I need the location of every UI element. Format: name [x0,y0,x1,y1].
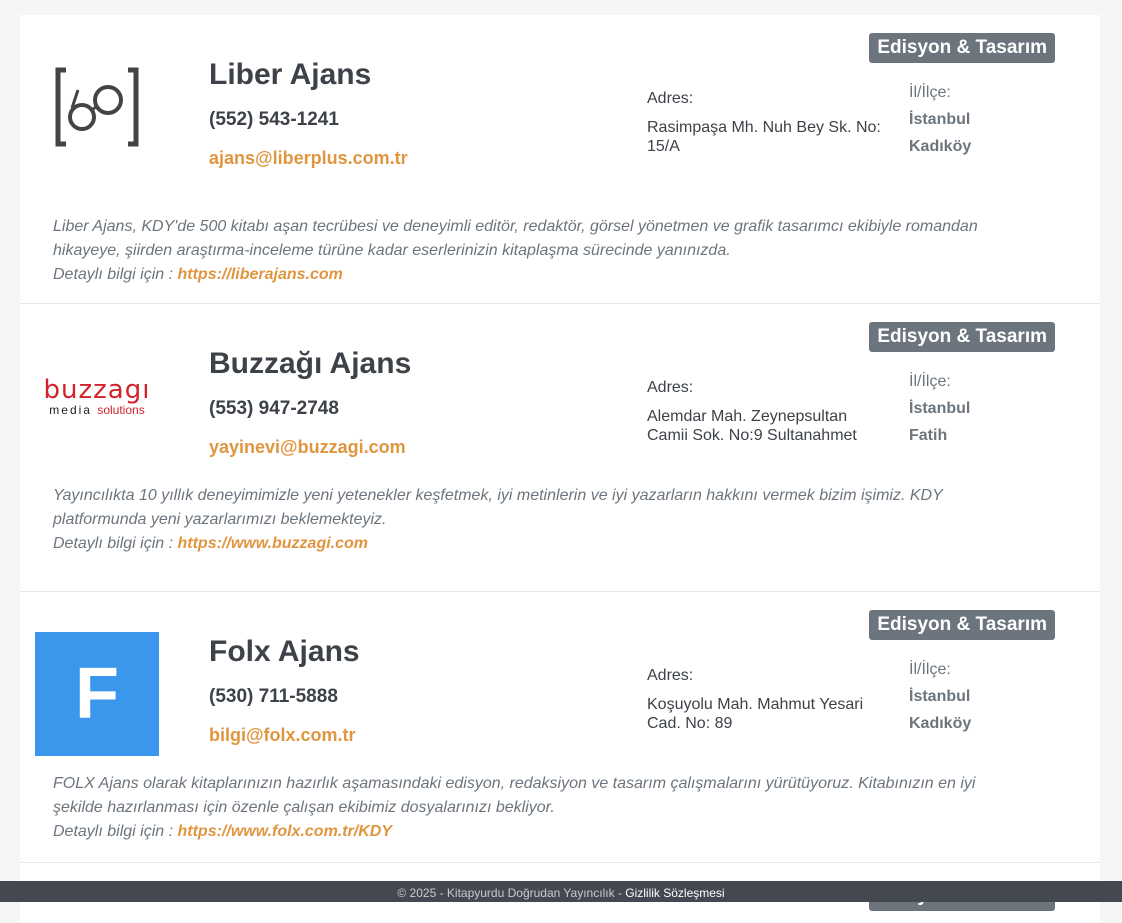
category-badge: Edisyon & Tasarım [869,33,1055,63]
description-text: Yayıncılıkta 10 yıllık deneyimimizle yen… [53,487,943,528]
agency-card: Edisyon & Tasarım F Folx Ajans (530) 711… [20,592,1100,863]
footer-copyright: © 2025 - Kitapyurdu Doğrudan Yayıncılık … [397,886,622,900]
logo-text-top: buzzagı [43,374,151,405]
agency-name[interactable]: Folx Ajans [209,635,360,669]
agency-address: Alemdar Mah. Zeynepsultan Camii Sok. No:… [647,408,857,444]
agency-phone: (552) 543-1241 [209,109,339,130]
more-info-label: Detaylı bilgi için : [53,823,174,840]
agency-city: İstanbul [909,111,971,128]
more-info: Detaylı bilgi için : https://liberajans.… [53,263,983,287]
website-link[interactable]: https://www.buzzagi.com [178,535,369,552]
agency-phone: (553) 947-2748 [209,398,339,419]
agency-list: Edisyon & Tasarım Liber Ajans (552) 543-… [20,15,1100,923]
location-label: İl/İlçe: [909,661,951,678]
category-badge: Edisyon & Tasarım [869,322,1055,352]
address-label: Adres: [647,379,694,396]
description-text: FOLX Ajans olarak kitaplarınızın hazırlı… [53,775,976,816]
agency-address: Rasimpaşa Mh. Nuh Bey Sk. No: 15/A [647,119,881,155]
agency-card: Edisyon & Tasarım buzzagı media solution… [20,304,1100,592]
agency-district: Kadıköy [909,138,972,155]
logo-text-media: media [49,402,92,417]
more-info-label: Detaylı bilgi için : [53,266,174,283]
address-label: Adres: [647,667,694,684]
location-label: İl/İlçe: [909,84,951,101]
agency-description: Liber Ajans, KDY'de 500 kitabı aşan tecr… [53,215,983,287]
agency-card: Edisyon & Tasarım Liber Ajans (552) 543-… [20,15,1100,304]
folx-f-logo-icon[interactable]: F [35,632,159,756]
address-label: Adres: [647,90,694,107]
agency-district: Kadıköy [909,715,972,732]
agency-description: Yayıncılıkta 10 yıllık deneyimimizle yen… [53,484,983,556]
agency-email-link[interactable]: ajans@liberplus.com.tr [209,148,408,169]
agency-phone: (530) 711-5888 [209,686,338,707]
agency-district: Fatih [909,427,948,444]
agency-name[interactable]: Buzzağı Ajans [209,347,411,381]
glasses-bracket-logo-icon[interactable] [35,45,159,169]
agency-address: Koşuyolu Mah. Mahmut Yesari Cad. No: 89 [647,696,864,732]
more-info-label: Detaylı bilgi için : [53,535,174,552]
agency-city: İstanbul [909,400,971,417]
description-text: Liber Ajans, KDY'de 500 kitabı aşan tecr… [53,218,978,259]
agency-email-link[interactable]: bilgi@folx.com.tr [209,725,356,746]
page-footer: © 2025 - Kitapyurdu Doğrudan Yayıncılık … [0,881,1122,902]
folx-logo-letter: F [35,632,159,756]
privacy-policy-link[interactable]: Gizlilik Sözleşmesi [625,886,724,900]
agency-city: İstanbul [909,688,971,705]
logo-text-solutions: solutions [97,402,145,417]
location-label: İl/İlçe: [909,373,951,390]
website-link[interactable]: https://www.folx.com.tr/KDY [178,823,393,840]
agency-name[interactable]: Liber Ajans [209,58,371,92]
more-info: Detaylı bilgi için : https://www.buzzagi… [53,532,983,556]
agency-email-link[interactable]: yayinevi@buzzagi.com [209,437,406,458]
agency-description: FOLX Ajans olarak kitaplarınızın hazırlı… [53,772,983,844]
buzzagi-logo-icon[interactable]: buzzagı media solutions [35,334,159,458]
more-info: Detaylı bilgi için : https://www.folx.co… [53,820,983,844]
website-link[interactable]: https://liberajans.com [178,266,343,283]
category-badge: Edisyon & Tasarım [869,610,1055,640]
